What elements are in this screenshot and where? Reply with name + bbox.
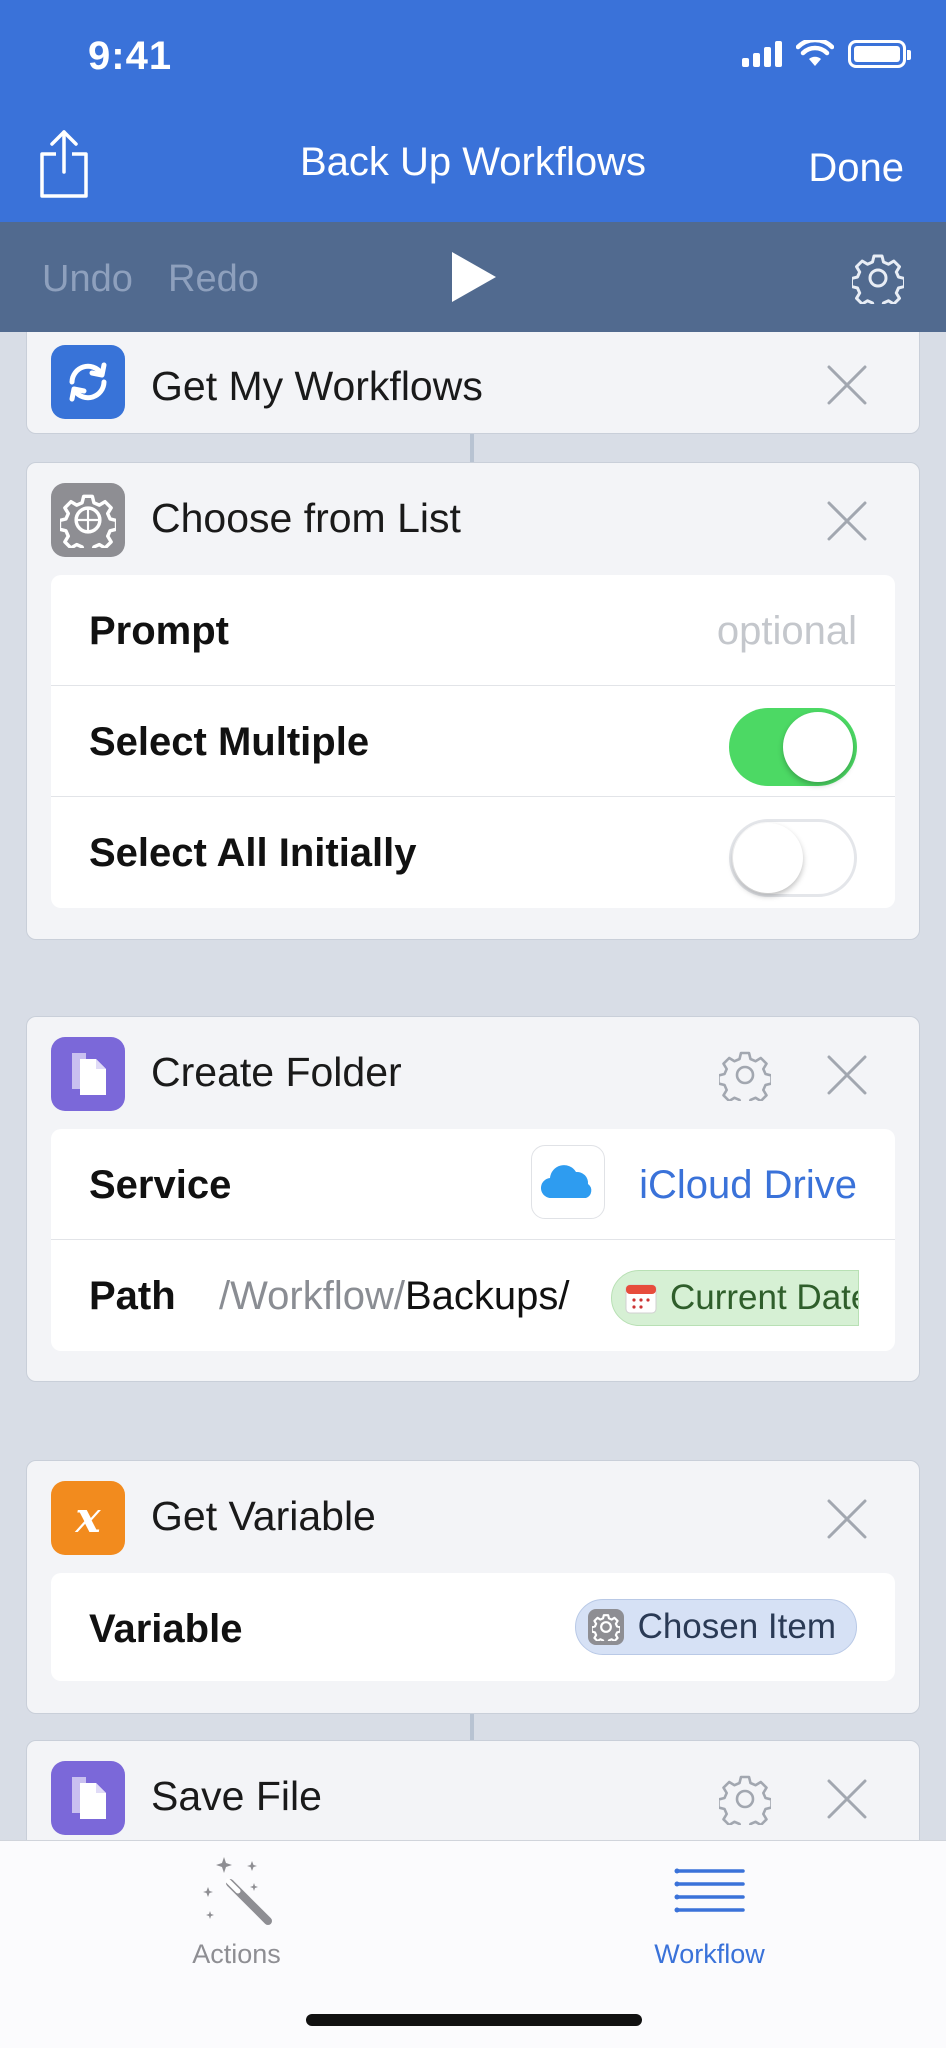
path-prefix: /Workflow/ — [219, 1274, 405, 1318]
action-card-create-folder[interactable]: Create Folder Service iCloud Drive Path … — [26, 1016, 920, 1382]
path-value: Backups/ — [404, 1274, 570, 1318]
select-multiple-row: Select Multiple — [51, 686, 895, 797]
home-indicator[interactable] — [306, 2014, 642, 2026]
calendar-icon — [625, 1284, 657, 1314]
action-connector — [470, 1712, 474, 1742]
gear-icon — [51, 483, 125, 557]
close-icon[interactable] — [827, 365, 867, 405]
path-text[interactable]: /Workflow/Backups/ — [219, 1274, 570, 1319]
select-multiple-label: Select Multiple — [89, 720, 370, 764]
gear-icon — [587, 1609, 624, 1645]
tab-workflow[interactable]: Workflow — [473, 1841, 946, 1991]
done-button[interactable]: Done — [808, 146, 904, 191]
action-parameters: Prompt optional Select Multiple Select A… — [51, 575, 895, 908]
sync-icon — [51, 345, 125, 419]
close-icon[interactable] — [827, 1055, 867, 1095]
tab-actions[interactable]: Actions — [0, 1841, 473, 1991]
document-icon — [51, 1761, 125, 1835]
document-icon — [51, 1037, 125, 1111]
chosen-item-token[interactable]: Chosen Item — [574, 1599, 857, 1655]
undo-button[interactable]: Undo — [42, 258, 133, 301]
action-title: Create Folder — [151, 1049, 402, 1095]
prompt-field[interactable]: optional — [717, 609, 857, 654]
action-card-get-variable[interactable]: x Get Variable Variable Chosen Item — [26, 1460, 920, 1714]
navigation-header: 9:41 Back Up Workflows Done — [0, 0, 946, 222]
action-parameters: Variable Chosen Item — [51, 1573, 895, 1681]
service-value[interactable]: iCloud Drive — [639, 1163, 857, 1208]
current-date-token-label: Current Date — [670, 1278, 859, 1317]
variable-icon: x — [51, 1481, 125, 1555]
play-icon[interactable] — [450, 250, 498, 304]
wifi-icon — [796, 40, 834, 66]
action-title: Save File — [151, 1773, 322, 1819]
action-title: Get My Workflows — [151, 363, 483, 409]
redo-button[interactable]: Redo — [168, 258, 259, 301]
action-card-save-file[interactable]: Save File — [26, 1740, 920, 1840]
prompt-row[interactable]: Prompt optional — [51, 575, 895, 686]
action-parameters: Service iCloud Drive Path /Workflow/Back… — [51, 1129, 895, 1351]
variable-row[interactable]: Variable Chosen Item — [51, 1573, 895, 1681]
action-title: Get Variable — [151, 1493, 376, 1539]
list-icon — [674, 1868, 745, 1913]
workflow-action-list[interactable]: Get My Workflows Choose from List Prompt… — [0, 332, 946, 1840]
path-label: Path — [89, 1274, 176, 1318]
service-row[interactable]: Service iCloud Drive — [51, 1129, 895, 1240]
status-time: 9:41 — [88, 34, 173, 78]
service-label: Service — [89, 1163, 232, 1207]
cellular-signal-icon — [742, 41, 782, 67]
close-icon[interactable] — [827, 1779, 867, 1819]
action-card-get-my-workflows[interactable]: Get My Workflows — [26, 332, 920, 434]
tab-actions-label: Actions — [192, 1939, 281, 1969]
select-all-toggle[interactable] — [729, 819, 857, 897]
icloud-icon — [531, 1145, 605, 1219]
current-date-token[interactable]: Current Date — [611, 1270, 859, 1326]
action-settings-gear-icon[interactable] — [719, 1049, 771, 1101]
action-settings-gear-icon[interactable] — [719, 1773, 771, 1825]
prompt-label: Prompt — [89, 609, 229, 653]
action-card-choose-from-list[interactable]: Choose from List Prompt optional Select … — [26, 462, 920, 940]
action-connector — [470, 432, 474, 462]
workflow-title[interactable]: Back Up Workflows — [0, 140, 946, 185]
close-icon[interactable] — [827, 501, 867, 541]
select-multiple-toggle[interactable] — [729, 708, 857, 786]
magic-wand-icon — [203, 1857, 272, 1925]
close-icon[interactable] — [827, 1499, 867, 1539]
select-all-label: Select All Initially — [89, 831, 417, 875]
editor-toolbar: Undo Redo — [0, 222, 946, 332]
chosen-item-token-label: Chosen Item — [637, 1607, 836, 1646]
variable-label: Variable — [89, 1607, 243, 1651]
battery-icon — [848, 40, 911, 68]
status-icons — [742, 40, 911, 68]
action-title: Choose from List — [151, 495, 461, 541]
tab-workflow-label: Workflow — [654, 1939, 765, 1969]
select-all-row: Select All Initially — [51, 797, 895, 908]
settings-gear-icon[interactable] — [852, 252, 904, 304]
path-row[interactable]: Path /Workflow/Backups/ Current Date — [51, 1240, 895, 1351]
